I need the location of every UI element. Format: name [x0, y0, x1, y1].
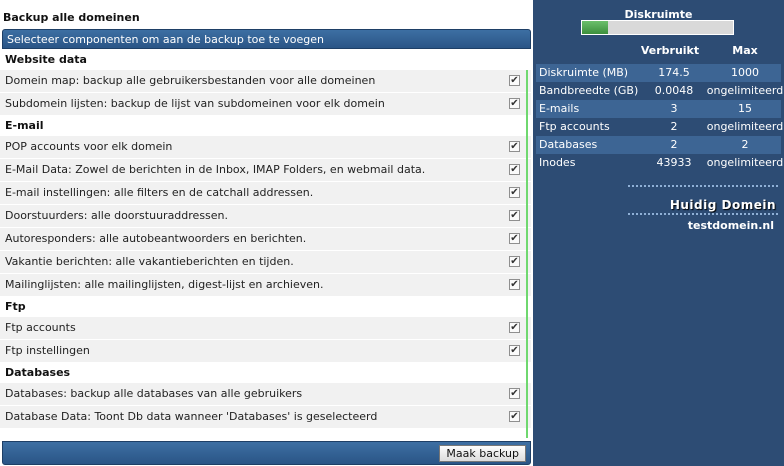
check-icon: ✔ — [510, 233, 519, 244]
component-checkbox[interactable]: ✔ — [509, 279, 520, 290]
stat-name: Bandbreedte (GB) — [539, 84, 639, 97]
stats-header: Verbruikt Max — [533, 44, 784, 60]
stats-row: Databases 2 2 — [536, 136, 781, 154]
section-heading: Databases — [0, 363, 531, 383]
check-icon: ✔ — [510, 345, 519, 356]
check-icon: ✔ — [510, 75, 519, 86]
stat-used: 3 — [670, 102, 678, 115]
stat-name: E-mails — [539, 102, 580, 115]
make-backup-button[interactable]: Maak backup — [439, 445, 526, 462]
component-row: Vakantie berichten: alle vakantiebericht… — [0, 251, 531, 274]
stats-row: Inodes 43933 ongelimiteerd — [536, 154, 784, 172]
stat-name: Databases — [539, 138, 598, 151]
component-list: Website data Domein map: backup alle gebr… — [0, 50, 531, 429]
section-heading: E-mail — [0, 116, 531, 136]
current-domain-label: Huidig Domein — [669, 198, 776, 212]
component-label: Mailinglijsten: alle mailinglijsten, dig… — [5, 278, 324, 291]
component-checkbox[interactable]: ✔ — [509, 75, 520, 86]
check-icon: ✔ — [510, 164, 519, 175]
sidebar: Diskruimte Verbruikt Max Diskruimte (MB)… — [533, 0, 784, 466]
component-label: Ftp instellingen — [5, 344, 90, 357]
check-icon: ✔ — [510, 388, 519, 399]
stats-table: Diskruimte (MB) 174.5 1000 Bandbreedte (GB)… — [536, 64, 784, 172]
component-label: Databases: backup alle databases van all… — [5, 387, 303, 400]
stat-max: ongelimiteerd — [706, 156, 784, 169]
check-icon: ✔ — [510, 411, 519, 422]
check-icon: ✔ — [510, 279, 519, 290]
disk-usage-fill — [582, 21, 608, 34]
stat-used: 2 — [670, 138, 678, 151]
stats-row: Bandbreedte (GB) 0.0048 ongelimiteerd — [536, 82, 784, 100]
component-label: Autoresponders: alle autobeantwoorders e… — [5, 232, 307, 245]
component-checkbox[interactable]: ✔ — [509, 141, 520, 152]
stat-name: Inodes — [539, 156, 576, 169]
stat-used: 174.5 — [658, 66, 690, 79]
stats-row: E-mails 3 15 — [536, 100, 781, 118]
component-row: Autoresponders: alle autobeantwoorders e… — [0, 228, 531, 251]
footer-bar: Maak backup — [2, 441, 531, 465]
component-checkbox[interactable]: ✔ — [509, 388, 520, 399]
component-label: Domein map: backup alle gebruikersbestan… — [5, 74, 376, 87]
section-heading: Ftp — [0, 297, 531, 317]
check-icon: ✔ — [510, 322, 519, 333]
component-label: Subdomein lijsten: backup de lijst van s… — [5, 97, 385, 110]
component-checkbox[interactable]: ✔ — [509, 345, 520, 356]
stat-used: 0.0048 — [654, 84, 694, 97]
component-label: E-mail instellingen: alle filters en de … — [5, 186, 314, 199]
component-checkbox[interactable]: ✔ — [509, 164, 520, 175]
dotted-divider — [628, 213, 778, 215]
check-icon: ✔ — [510, 210, 519, 221]
stats-row: Ftp accounts 2 ongelimiteerd — [536, 118, 784, 136]
page-title: Backup alle domeinen — [3, 11, 140, 24]
component-checkbox[interactable]: ✔ — [509, 187, 520, 198]
divider-line — [526, 70, 528, 438]
component-row: Ftp accounts ✔ — [0, 317, 531, 340]
stat-max: 1000 — [731, 66, 759, 79]
component-label: POP accounts voor elk domein — [5, 140, 173, 153]
components-header: Selecteer componenten om aan de backup t… — [2, 29, 531, 49]
component-checkbox[interactable]: ✔ — [509, 411, 520, 422]
component-row: POP accounts voor elk domein ✔ — [0, 136, 531, 159]
col-used-header: Verbruikt — [640, 44, 700, 57]
component-row: Doorstuurders: alle doorstuuraddressen. ✔ — [0, 205, 531, 228]
component-label: E-Mail Data: Zowel de berichten in de In… — [5, 163, 426, 176]
check-icon: ✔ — [510, 256, 519, 267]
current-domain-name: testdomein.nl — [687, 219, 774, 232]
stat-max: 2 — [741, 138, 749, 151]
component-row: E-Mail Data: Zowel de berichten in de In… — [0, 159, 531, 182]
stat-max: ongelimiteerd — [706, 120, 784, 133]
backup-panel: Backup alle domeinen Selecteer component… — [0, 0, 533, 466]
check-icon: ✔ — [510, 141, 519, 152]
component-row: Subdomein lijsten: backup de lijst van s… — [0, 93, 531, 116]
component-label: Vakantie berichten: alle vakantiebericht… — [5, 255, 294, 268]
component-row: Ftp instellingen ✔ — [0, 340, 531, 363]
disk-usage-bar — [581, 20, 734, 35]
component-checkbox[interactable]: ✔ — [509, 98, 520, 109]
component-label: Database Data: Toont Db data wanneer 'Da… — [5, 410, 378, 423]
dotted-divider — [628, 185, 778, 187]
stat-name: Ftp accounts — [539, 120, 610, 133]
component-row: Mailinglijsten: alle mailinglijsten, dig… — [0, 274, 531, 297]
component-checkbox[interactable]: ✔ — [509, 322, 520, 333]
stat-name: Diskruimte (MB) — [539, 66, 629, 79]
stat-used: 43933 — [656, 156, 692, 169]
component-checkbox[interactable]: ✔ — [509, 256, 520, 267]
stats-row: Diskruimte (MB) 174.5 1000 — [536, 64, 781, 82]
component-label: Doorstuurders: alle doorstuuraddressen. — [5, 209, 229, 222]
stat-used: 2 — [670, 120, 678, 133]
check-icon: ✔ — [510, 187, 519, 198]
stat-max: 15 — [738, 102, 752, 115]
component-row: Databases: backup alle databases van all… — [0, 383, 531, 406]
stat-max: ongelimiteerd — [706, 84, 784, 97]
component-row: Domein map: backup alle gebruikersbestan… — [0, 70, 531, 93]
component-checkbox[interactable]: ✔ — [509, 210, 520, 221]
section-heading: Website data — [0, 50, 531, 70]
col-max-header: Max — [732, 44, 758, 57]
check-icon: ✔ — [510, 98, 519, 109]
component-row: E-mail instellingen: alle filters en de … — [0, 182, 531, 205]
component-row: Database Data: Toont Db data wanneer 'Da… — [0, 406, 531, 429]
component-checkbox[interactable]: ✔ — [509, 233, 520, 244]
component-label: Ftp accounts — [5, 321, 76, 334]
